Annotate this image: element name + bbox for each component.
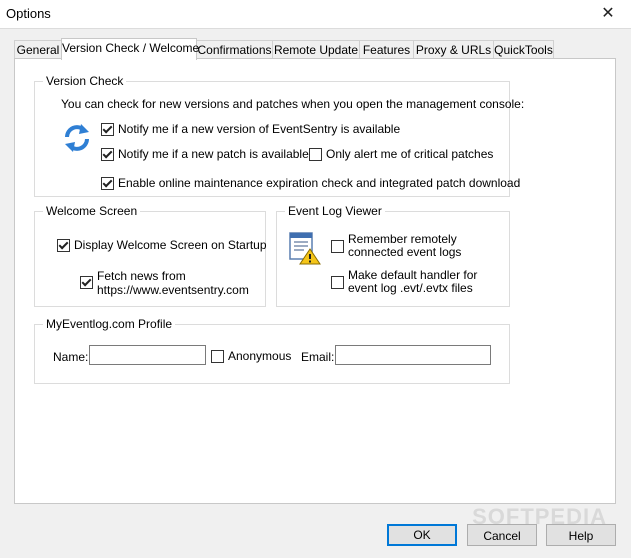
remember-logs-check[interactable] <box>331 240 344 253</box>
event-log-warning-icon <box>289 232 321 265</box>
notify-patch-label: Notify me if a new patch is available <box>118 147 309 161</box>
remember-logs-line2: connected event logs <box>348 245 462 259</box>
fetch-news-check[interactable] <box>80 276 93 289</box>
help-button[interactable]: Help <box>546 524 616 546</box>
critical-only-check[interactable] <box>309 148 322 161</box>
event-log-viewer-group: Event Log Viewer Remember remotely conne… <box>276 204 510 307</box>
name-input[interactable] <box>89 345 206 365</box>
ok-button[interactable]: OK <box>387 524 457 546</box>
notify-patch-check[interactable] <box>101 148 114 161</box>
notify-version-checkbox[interactable]: Notify me if a new version of EventSentr… <box>101 122 400 136</box>
refresh-icon <box>65 124 89 152</box>
maintenance-checkbox[interactable]: Enable online maintenance expiration che… <box>101 176 520 190</box>
fetch-news-checkbox[interactable]: Fetch news from https://www.eventsentry.… <box>80 269 249 297</box>
display-welcome-checkbox[interactable]: Display Welcome Screen on Startup <box>57 238 267 252</box>
tab-features[interactable]: Features <box>359 40 414 59</box>
notify-version-label: Notify me if a new version of EventSentr… <box>118 122 401 136</box>
display-welcome-check[interactable] <box>57 239 70 252</box>
maintenance-check[interactable] <box>101 177 114 190</box>
maintenance-label: Enable online maintenance expiration che… <box>118 176 521 190</box>
notify-version-check[interactable] <box>101 123 114 136</box>
event-log-viewer-title: Event Log Viewer <box>285 204 385 218</box>
notify-patch-checkbox[interactable]: Notify me if a new patch is available <box>101 147 309 161</box>
tab-strip: General Version Check / Welcome Confirma… <box>0 38 631 60</box>
email-input[interactable] <box>335 345 491 365</box>
default-handler-check[interactable] <box>331 276 344 289</box>
default-handler-checkbox[interactable]: Make default handler for event log .evt/… <box>331 269 477 295</box>
tab-version-check-welcome[interactable]: Version Check / Welcome <box>61 38 199 60</box>
tab-panel: Version Check You can check for new vers… <box>14 58 616 504</box>
tab-general[interactable]: General <box>14 40 62 59</box>
title-bar: Options ✕ <box>0 0 631 29</box>
anonymous-label: Anonymous <box>228 349 292 363</box>
version-check-group: Version Check You can check for new vers… <box>34 74 524 197</box>
version-check-intro: You can check for new versions and patch… <box>61 97 525 111</box>
fetch-news-line1: Fetch news from <box>97 269 186 283</box>
critical-only-label: Only alert me of critical patches <box>326 147 494 161</box>
tab-confirmations[interactable]: Confirmations <box>196 40 273 59</box>
profile-title: MyEventlog.com Profile <box>43 317 176 331</box>
default-handler-line2: event log .evt/.evtx files <box>348 281 473 295</box>
anonymous-checkbox[interactable]: Anonymous <box>211 349 291 363</box>
profile-group: MyEventlog.com Profile Name: Anonymous E… <box>34 317 510 384</box>
tab-quicktools[interactable]: QuickTools <box>493 40 554 59</box>
tab-proxy-urls[interactable]: Proxy & URLs <box>413 40 494 59</box>
fetch-news-label: Fetch news from https://www.eventsentry.… <box>97 269 249 297</box>
window-title: Options <box>6 6 51 21</box>
tab-remote-update[interactable]: Remote Update <box>272 40 360 59</box>
name-label: Name: <box>53 350 89 364</box>
email-label: Email: <box>301 350 335 364</box>
fetch-news-url: https://www.eventsentry.com <box>97 283 249 297</box>
close-icon[interactable]: ✕ <box>593 2 623 26</box>
default-handler-label: Make default handler for event log .evt/… <box>348 269 477 295</box>
anonymous-check[interactable] <box>211 350 224 363</box>
welcome-screen-group: Welcome Screen Display Welcome Screen on… <box>34 204 267 307</box>
critical-only-checkbox[interactable]: Only alert me of critical patches <box>309 147 493 161</box>
cancel-button[interactable]: Cancel <box>467 524 537 546</box>
display-welcome-label: Display Welcome Screen on Startup <box>74 238 267 252</box>
remember-logs-label: Remember remotely connected event logs <box>348 233 461 259</box>
remember-logs-checkbox[interactable]: Remember remotely connected event logs <box>331 233 461 259</box>
welcome-screen-title: Welcome Screen <box>43 204 141 218</box>
version-check-title: Version Check <box>43 74 127 88</box>
